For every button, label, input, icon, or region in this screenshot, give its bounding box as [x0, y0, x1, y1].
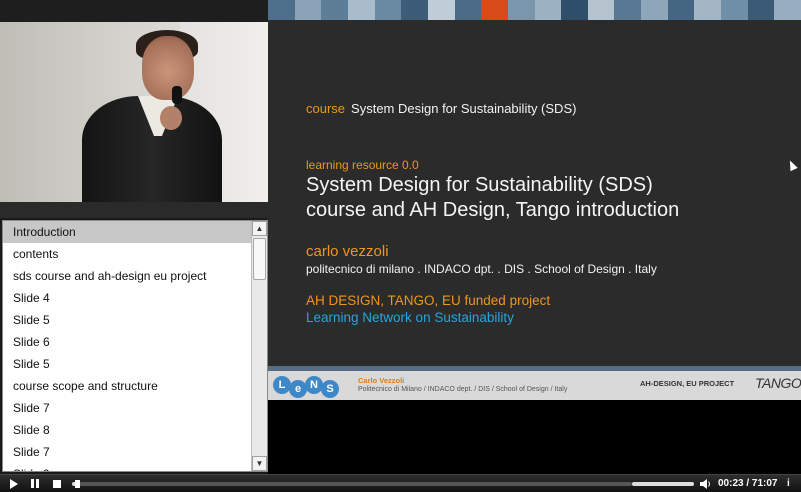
lens-logo-letter: L	[273, 376, 291, 394]
play-icon[interactable]	[10, 479, 18, 489]
player-controls: 00:23 / 71:07 i	[0, 474, 801, 492]
stripe-segment	[641, 0, 669, 20]
footer-project: AH-DESIGN, EU PROJECT	[640, 379, 735, 388]
toc-item[interactable]: Slide 9	[3, 463, 252, 471]
footer-affiliation: Politecnico di Milano / INDACO dept. / D…	[358, 386, 568, 393]
toc-item[interactable]: course scope and structure	[3, 375, 252, 397]
toc-item[interactable]: Slide 7	[3, 397, 252, 419]
stripe-segment	[347, 0, 376, 20]
toc-item[interactable]: contents	[3, 243, 252, 265]
volume-slider[interactable]	[632, 482, 694, 486]
stripe-segment	[587, 0, 616, 20]
info-button[interactable]: i	[787, 478, 790, 490]
stripe-segment	[694, 0, 723, 20]
slide-footer: LeNS Carlo Vezzoli Politecnico di Milano…	[268, 371, 801, 400]
stripe-segment	[427, 0, 456, 20]
stripe-segment	[721, 0, 749, 20]
slide-index-items: Introduction contents sds course and ah-de…	[3, 221, 252, 471]
slide-letterbox	[268, 400, 801, 474]
microphone	[172, 86, 182, 104]
video-top-bar	[0, 0, 268, 22]
stripe-segment	[774, 0, 801, 20]
lens-logo-letter: S	[321, 380, 339, 398]
progress-bar[interactable]	[72, 480, 632, 488]
stripe-segment	[614, 0, 643, 20]
time-display: 00:23 / 71:07	[718, 478, 778, 489]
author-affiliation: politecnico di milano . INDACO dpt. . DI…	[306, 262, 657, 276]
course-label: course	[306, 101, 346, 116]
toc-item[interactable]: Slide 6	[3, 331, 252, 353]
network-name: Learning Network on Sustainability	[306, 310, 514, 325]
stripe-segment	[507, 0, 536, 20]
speaker-hand	[160, 106, 182, 130]
course-line: course System Design for Sustainability (…	[306, 101, 576, 116]
toc-item[interactable]: Slide 7	[3, 441, 252, 463]
scroll-down-button[interactable]: ▼	[252, 456, 267, 471]
footer-author: Carlo Vezzoli	[358, 376, 405, 385]
stripe-segment	[454, 0, 483, 20]
stripe-segment	[401, 0, 429, 20]
author-name: carlo vezzoli	[306, 243, 389, 260]
pause-icon[interactable]	[31, 478, 40, 490]
slide-title-line-1: System Design for Sustainability (SDS)	[306, 174, 653, 196]
stop-icon[interactable]	[53, 480, 61, 488]
tango-logo: TANGO	[755, 375, 801, 391]
stripe-segment	[374, 0, 403, 20]
slide-panel: course System Design for Sustainability (…	[268, 0, 801, 400]
stripe-segment	[268, 0, 296, 20]
toc-item[interactable]: Slide 4	[3, 287, 252, 309]
toc-item[interactable]: Introduction	[3, 221, 252, 243]
lens-logo-letter: N	[305, 376, 323, 394]
stripe-segment	[534, 0, 563, 20]
stripe-segment	[561, 0, 589, 20]
video-bottom-bar	[0, 202, 268, 218]
speaker-icon[interactable]	[700, 478, 711, 490]
learning-resource-label: learning resource 0.0	[306, 158, 419, 172]
stripe-segment	[321, 0, 349, 20]
toc-item[interactable]: Slide 5	[3, 353, 252, 375]
toc-item[interactable]: sds course and ah-design eu project	[3, 265, 252, 287]
stripe-segment	[481, 0, 509, 20]
slide-index-list[interactable]: Introduction contents sds course and ah-de…	[2, 220, 268, 472]
stripe-segment	[747, 0, 776, 20]
course-name: System Design for Sustainability (SDS)	[351, 101, 577, 116]
lens-logo: LeNS	[273, 375, 339, 398]
project-name: AH DESIGN, TANGO, EU funded project	[306, 293, 551, 308]
speaker-video[interactable]	[0, 0, 268, 218]
scroll-thumb[interactable]	[253, 238, 266, 280]
toc-scrollbar[interactable]: ▲ ▼	[251, 221, 267, 471]
toc-item[interactable]: Slide 8	[3, 419, 252, 441]
scroll-up-button[interactable]: ▲	[252, 221, 267, 236]
slide-title-line-2: course and AH Design, Tango introduction	[306, 199, 680, 221]
toc-item[interactable]: Slide 5	[3, 309, 252, 331]
progress-handle[interactable]	[74, 480, 80, 488]
stripe-segment	[667, 0, 696, 20]
stripe-segment	[294, 0, 323, 20]
speaker-head	[142, 36, 194, 100]
